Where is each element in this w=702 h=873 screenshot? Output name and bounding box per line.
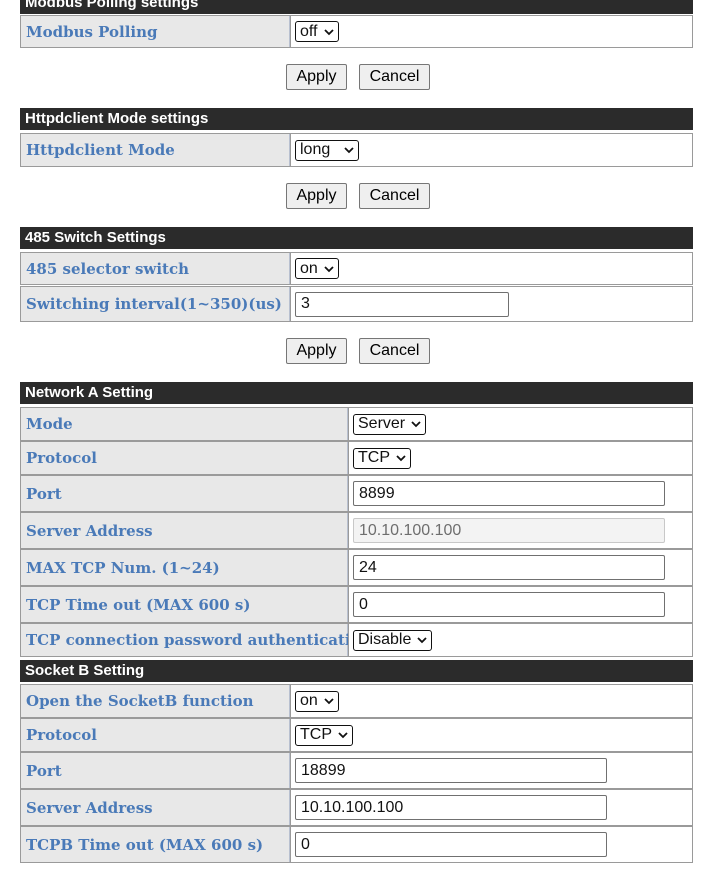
modbus-polling-select[interactable]: off bbox=[295, 21, 339, 42]
networkA-port-input[interactable] bbox=[353, 481, 665, 506]
networkA-mode-label: Mode bbox=[21, 408, 348, 440]
socketB-port-input[interactable] bbox=[295, 758, 607, 783]
chevron-down-icon bbox=[411, 415, 421, 433]
chevron-down-icon bbox=[417, 631, 427, 649]
s485-selector-select[interactable]: on bbox=[295, 258, 339, 279]
networkA-server-input bbox=[353, 518, 665, 543]
chevron-down-icon bbox=[338, 726, 348, 744]
modbus-polling-row: Modbus Polling off bbox=[20, 15, 693, 48]
s485-selector-label: 485 selector switch bbox=[21, 253, 290, 284]
chevron-down-icon bbox=[323, 23, 334, 41]
networkA-server-label: Server Address bbox=[21, 513, 348, 548]
modbus-section-header: Modbus Polling settings bbox=[20, 0, 693, 14]
networkA-auth-row: TCP connection password authentication D… bbox=[20, 623, 693, 657]
httpd-cancel-button[interactable]: Cancel bbox=[359, 183, 430, 209]
s485-section-header: 485 Switch Settings bbox=[20, 227, 693, 249]
socketB-protocol-row: Protocol TCP bbox=[20, 718, 693, 752]
networkA-protocol-select[interactable]: TCP bbox=[353, 447, 411, 469]
httpd-apply-button[interactable]: Apply bbox=[286, 183, 347, 209]
s485-interval-input[interactable] bbox=[295, 291, 509, 317]
s485-selector-row: 485 selector switch on bbox=[20, 252, 693, 285]
s485-cancel-button[interactable]: Cancel bbox=[359, 338, 430, 364]
modbus-polling-label: Modbus Polling bbox=[21, 16, 290, 47]
networkA-server-row: Server Address bbox=[20, 512, 693, 549]
chevron-down-icon bbox=[396, 449, 406, 467]
networkA-port-row: Port bbox=[20, 475, 693, 512]
socketB-open-label: Open the SocketB function bbox=[21, 685, 290, 717]
modbus-apply-button[interactable]: Apply bbox=[286, 64, 347, 90]
networkA-mode-select[interactable]: Server bbox=[353, 413, 427, 435]
networkA-maxtcp-label: MAX TCP Num. (1~24) bbox=[21, 550, 348, 585]
chevron-down-icon bbox=[324, 692, 334, 710]
modbus-cancel-button[interactable]: Cancel bbox=[359, 64, 430, 90]
socketB-open-select[interactable]: on bbox=[295, 690, 339, 712]
networkA-auth-select[interactable]: Disable bbox=[353, 629, 433, 651]
socketB-protocol-label: Protocol bbox=[21, 719, 290, 751]
networkA-maxtcp-row: MAX TCP Num. (1~24) bbox=[20, 549, 693, 586]
networkA-mode-row: Mode Server bbox=[20, 407, 693, 441]
networkA-timeout-row: TCP Time out (MAX 600 s) bbox=[20, 586, 693, 623]
socketB-timeout-input[interactable] bbox=[295, 832, 607, 857]
httpd-section-header: Httpdclient Mode settings bbox=[20, 108, 693, 130]
chevron-down-icon bbox=[344, 141, 354, 159]
httpd-mode-row: Httpdclient Mode long bbox=[20, 133, 693, 167]
networkA-auth-label: TCP connection password authentication bbox=[21, 624, 372, 656]
socketB-server-row: Server Address bbox=[20, 789, 693, 826]
s485-interval-row: Switching interval(1~350)(us) bbox=[20, 286, 693, 322]
networkA-section-header: Network A Setting bbox=[20, 382, 693, 404]
networkA-timeout-label: TCP Time out (MAX 600 s) bbox=[21, 587, 348, 622]
socketB-open-row: Open the SocketB function on bbox=[20, 684, 693, 718]
socketB-section-header: Socket B Setting bbox=[20, 660, 693, 682]
socketB-server-label: Server Address bbox=[21, 790, 290, 825]
s485-interval-label: Switching interval(1~350)(us) bbox=[21, 287, 290, 321]
networkA-maxtcp-input[interactable] bbox=[353, 555, 665, 580]
socketB-timeout-row: TCPB Time out (MAX 600 s) bbox=[20, 826, 693, 863]
chevron-down-icon bbox=[324, 260, 334, 278]
s485-apply-button[interactable]: Apply bbox=[286, 338, 347, 364]
socketB-timeout-label: TCPB Time out (MAX 600 s) bbox=[21, 827, 290, 862]
socketB-port-row: Port bbox=[20, 752, 693, 789]
socketB-server-input[interactable] bbox=[295, 795, 607, 820]
networkA-port-label: Port bbox=[21, 476, 348, 511]
networkA-timeout-input[interactable] bbox=[353, 592, 665, 617]
httpd-mode-select[interactable]: long bbox=[295, 139, 360, 161]
networkA-protocol-row: Protocol TCP bbox=[20, 441, 693, 475]
socketB-port-label: Port bbox=[21, 753, 290, 788]
socketB-protocol-select[interactable]: TCP bbox=[295, 724, 353, 746]
httpd-mode-label: Httpdclient Mode bbox=[21, 134, 290, 166]
networkA-protocol-label: Protocol bbox=[21, 442, 348, 474]
